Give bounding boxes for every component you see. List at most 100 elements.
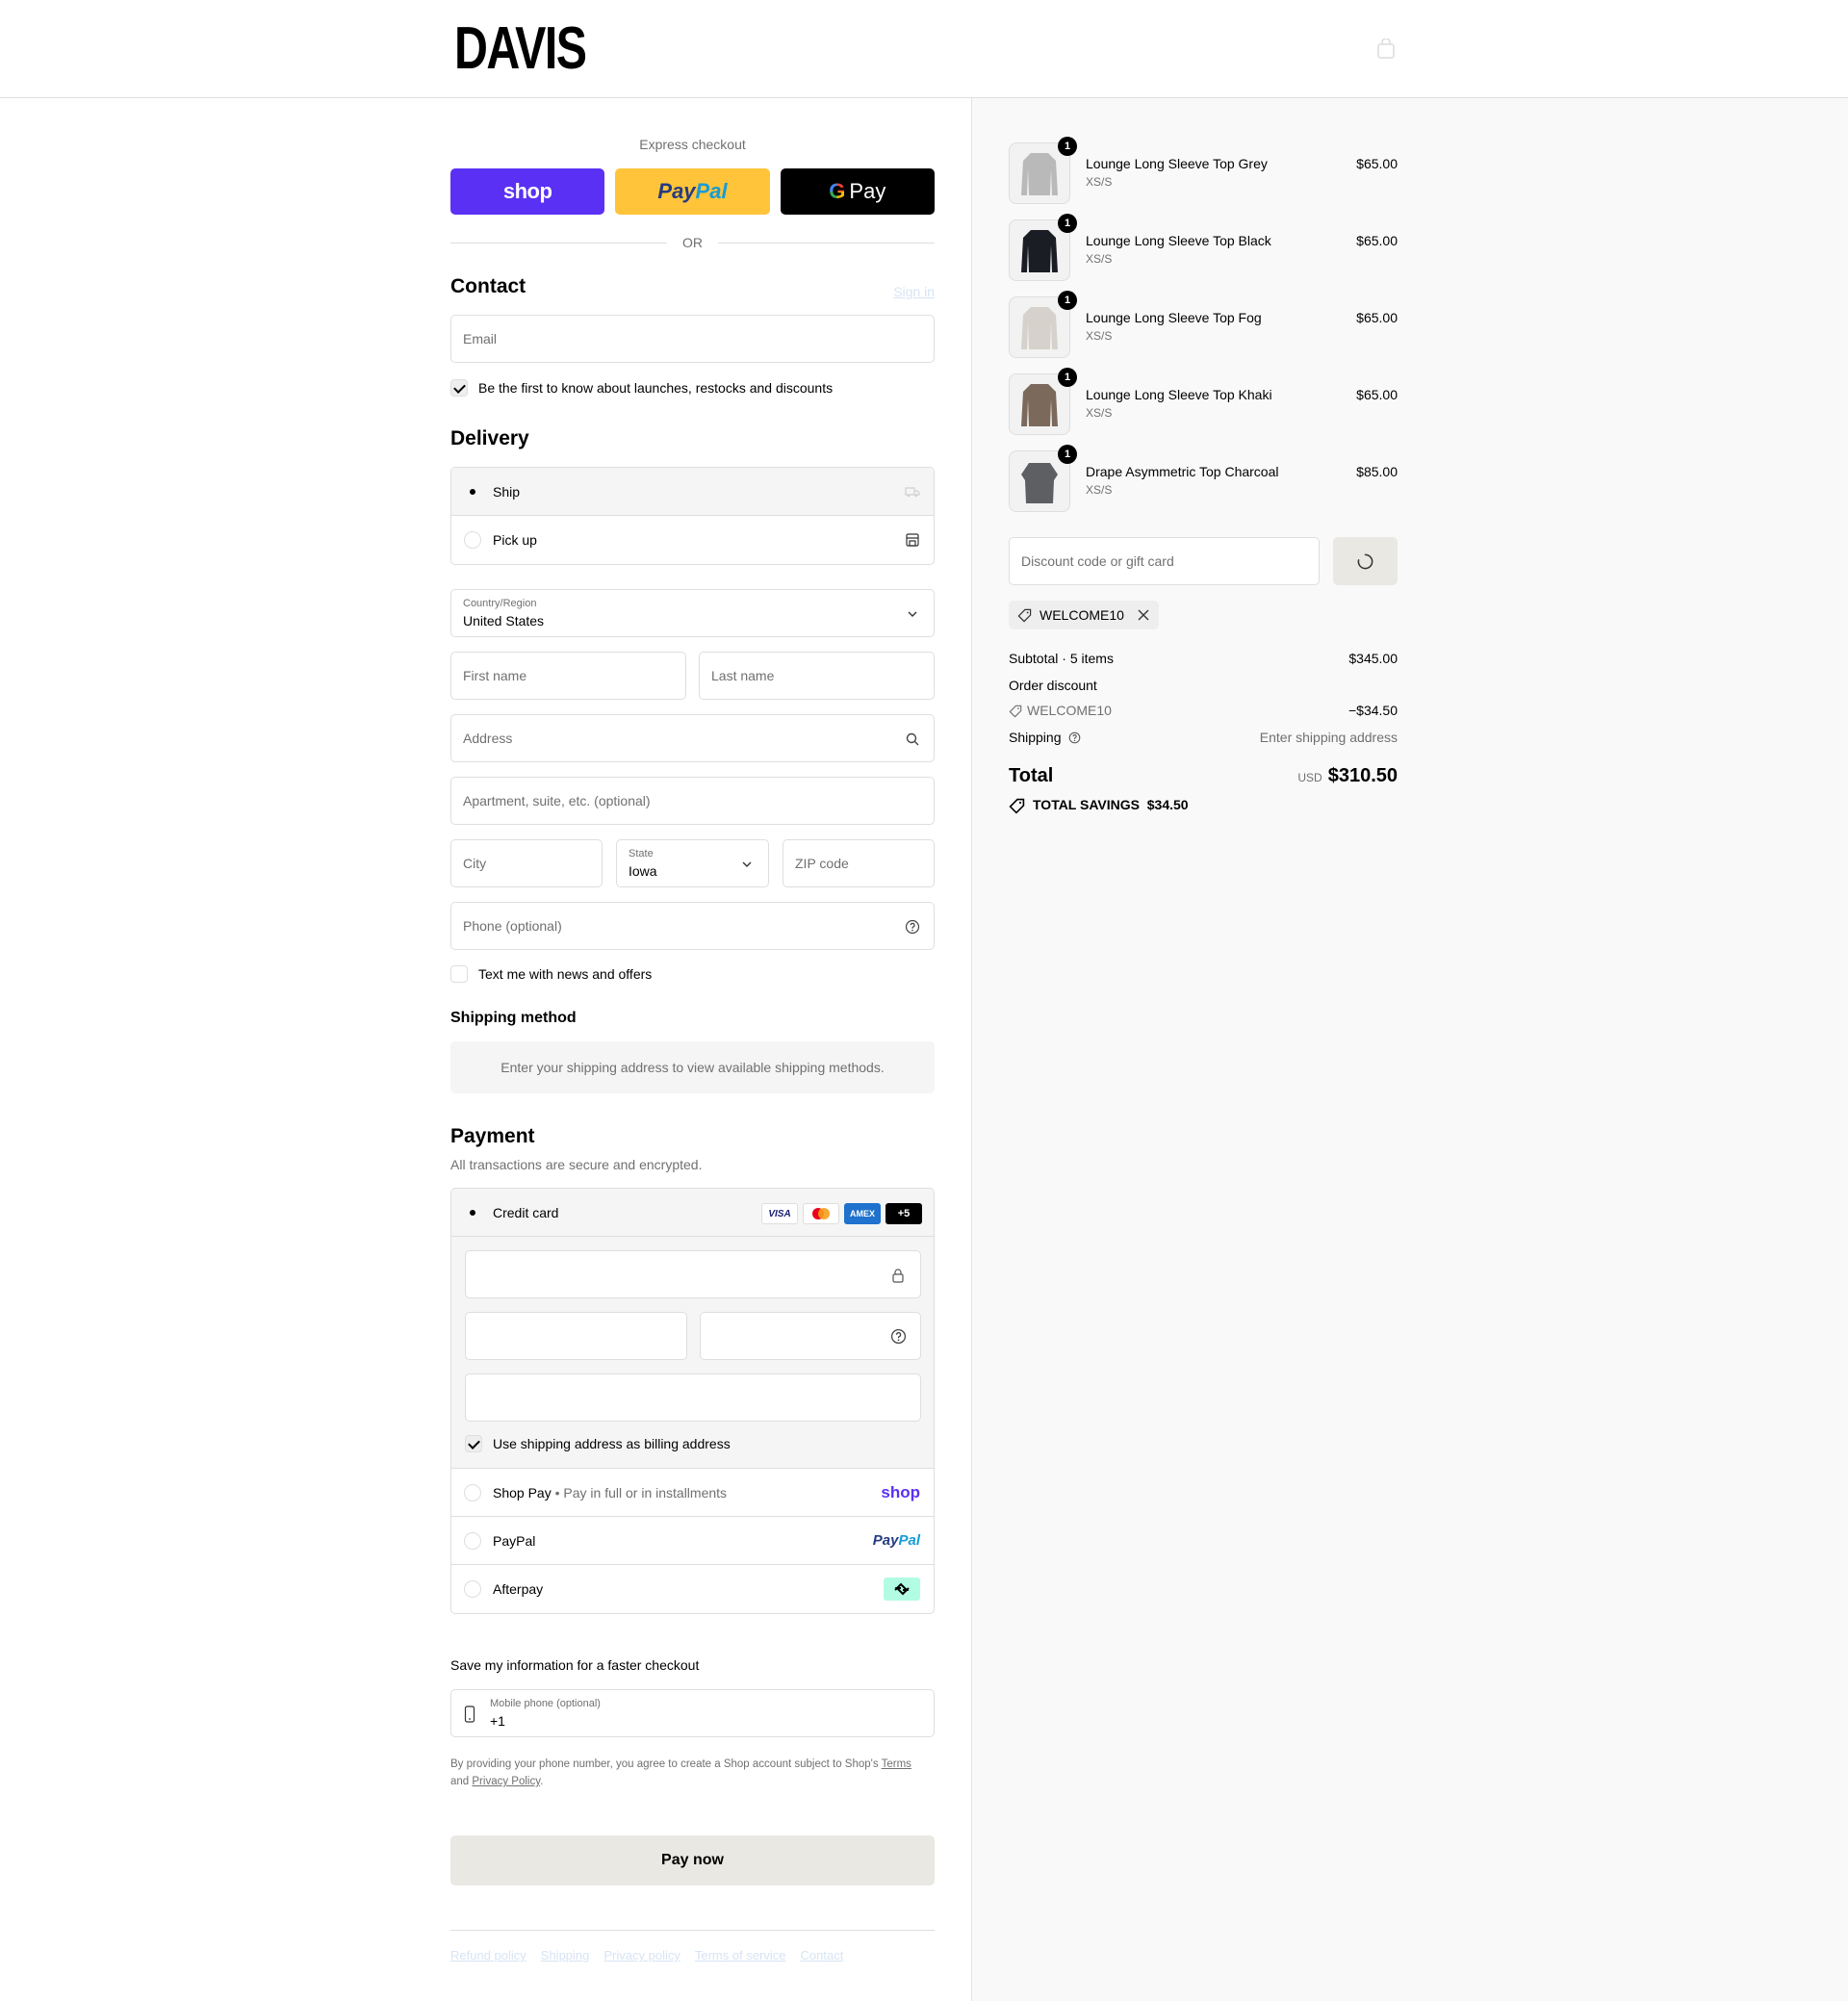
afterpay-logo — [884, 1578, 920, 1601]
credit-card-radio[interactable] — [464, 1204, 481, 1221]
footer-link-shipping[interactable]: Shipping — [541, 1948, 590, 1963]
loading-spinner-icon — [1357, 553, 1373, 570]
express-checkout-label: Express checkout — [639, 137, 746, 152]
shop-pay-radio[interactable] — [464, 1484, 481, 1501]
payment-option-afterpay[interactable]: Afterpay — [451, 1565, 934, 1613]
tag-icon — [1009, 705, 1022, 718]
help-circle-icon[interactable] — [890, 1328, 907, 1345]
phone-field[interactable]: Phone (optional) — [450, 902, 935, 950]
discount-value: −$34.50 — [1348, 703, 1398, 718]
shop-pay-logo: shop — [881, 1483, 920, 1501]
state-value: Iowa — [629, 863, 657, 879]
pickup-radio[interactable] — [464, 531, 481, 549]
delivery-option-pickup[interactable]: Pick up — [451, 516, 934, 564]
mobile-phone-label: Mobile phone (optional) — [490, 1698, 601, 1709]
total-label: Total — [1009, 765, 1054, 786]
discount-code-label: WELCOME10 — [1027, 703, 1112, 718]
delivery-option-ship[interactable]: Ship — [451, 468, 934, 516]
subtotal-row: Subtotal · 5 items $345.00 — [1009, 651, 1398, 666]
store-logo[interactable]: DAVIS — [454, 17, 587, 81]
item-name: Drape Asymmetric Top Charcoal — [1086, 464, 1279, 479]
expiration-date-field[interactable] — [465, 1312, 687, 1360]
city-field[interactable]: City — [450, 839, 603, 887]
order-discount-label: Order discount — [1009, 678, 1097, 693]
cart-item: 1 Lounge Long Sleeve Top Grey XS/S $65.0… — [1009, 137, 1398, 206]
applied-discount-code: WELCOME10 — [1040, 607, 1124, 623]
card-number-field[interactable] — [465, 1250, 921, 1298]
payment-option-credit-card[interactable]: Credit card VISA AMEX +5 — [451, 1189, 934, 1237]
or-text: OR — [682, 235, 703, 250]
payment-option-shop-pay[interactable]: Shop Pay • Pay in full or in installment… — [451, 1469, 934, 1517]
quantity-badge: 1 — [1058, 368, 1077, 387]
total-amount: $310.50 — [1327, 765, 1398, 786]
zip-field[interactable]: ZIP code — [783, 839, 935, 887]
mobile-phone-value: +1 — [490, 1713, 505, 1729]
contact-heading: Contact — [450, 275, 526, 297]
ship-radio[interactable] — [464, 483, 481, 500]
shop-pay-button[interactable]: shop — [450, 168, 605, 215]
product-thumbnail: 1 — [1009, 368, 1077, 435]
item-name: Lounge Long Sleeve Top Khaki — [1086, 387, 1272, 402]
help-circle-icon[interactable] — [905, 919, 920, 935]
remove-discount-icon[interactable] — [1137, 608, 1150, 622]
total-value: USD $310.50 — [1297, 765, 1398, 787]
name-on-card-field[interactable] — [465, 1373, 921, 1422]
billing-address-checkbox[interactable] — [465, 1435, 482, 1452]
header: DAVIS — [0, 0, 1848, 98]
gpay-label: Pay — [849, 179, 886, 203]
paypal-radio[interactable] — [464, 1532, 481, 1550]
paypal-button[interactable]: Pay Pal — [615, 168, 770, 215]
total-savings-value: $34.50 — [1146, 797, 1189, 812]
country-select[interactable]: Country/Region United States — [450, 589, 935, 637]
email-field[interactable]: Email — [450, 315, 935, 363]
terms-link[interactable]: Terms — [882, 1758, 911, 1770]
quantity-badge: 1 — [1058, 214, 1077, 233]
apartment-placeholder: Apartment, suite, etc. (optional) — [463, 793, 651, 808]
footer-links: Refund policy Shipping Privacy policy Te… — [450, 1948, 843, 1963]
shop-terms-notice: By providing your phone number, you agre… — [450, 1758, 911, 1787]
help-circle-icon[interactable] — [1068, 731, 1081, 744]
terms-notice-text: By providing your phone number, you agre… — [450, 1758, 882, 1770]
apartment-field[interactable]: Apartment, suite, etc. (optional) — [450, 777, 935, 825]
paypal-logo-pal: Pal — [898, 1532, 920, 1549]
mobile-phone-field[interactable]: Mobile phone (optional) +1 — [450, 1689, 935, 1737]
sms-checkbox[interactable] — [450, 965, 468, 983]
security-code-field[interactable] — [700, 1312, 921, 1360]
store-icon — [906, 533, 919, 547]
state-label: State — [629, 848, 654, 859]
chevron-down-icon — [742, 861, 752, 867]
payment-option-paypal[interactable]: PayPal PayPal — [451, 1517, 934, 1565]
quantity-badge: 1 — [1058, 445, 1077, 464]
pickup-label: Pick up — [493, 532, 537, 548]
google-pay-button[interactable]: G Pay — [780, 168, 935, 215]
product-thumbnail: 1 — [1009, 445, 1077, 512]
save-info-heading: Save my information for a faster checkou… — [450, 1657, 700, 1673]
afterpay-radio[interactable] — [464, 1580, 481, 1598]
footer-link-privacy[interactable]: Privacy policy — [603, 1948, 680, 1963]
apply-discount-button[interactable] — [1333, 537, 1398, 585]
footer-link-contact[interactable]: Contact — [801, 1948, 844, 1963]
or-divider: OR — [450, 233, 935, 252]
sign-in-link[interactable]: Sign in — [893, 284, 935, 299]
product-thumbnail: 1 — [1009, 214, 1077, 281]
address-field[interactable]: Address — [450, 714, 935, 762]
item-variant: XS/S — [1086, 483, 1113, 497]
cart-item: 1 Lounge Long Sleeve Top Black XS/S $65.… — [1009, 214, 1398, 283]
zip-placeholder: ZIP code — [795, 856, 849, 871]
shopping-bag-icon[interactable] — [1376, 38, 1396, 60]
state-select[interactable]: State Iowa — [616, 839, 769, 887]
privacy-policy-link[interactable]: Privacy Policy — [472, 1776, 540, 1787]
footer-link-refund[interactable]: Refund policy — [450, 1948, 526, 1963]
pay-now-button[interactable]: Pay now — [450, 1835, 935, 1886]
search-icon — [906, 732, 919, 746]
item-variant: XS/S — [1086, 329, 1113, 343]
item-variant: XS/S — [1086, 175, 1113, 189]
subtotal-label: Subtotal · 5 items — [1009, 651, 1114, 666]
first-name-field[interactable]: First name — [450, 652, 686, 700]
discount-code-field[interactable]: Discount code or gift card — [1009, 537, 1320, 585]
last-name-field[interactable]: Last name — [699, 652, 935, 700]
mobile-phone-icon — [464, 1706, 475, 1723]
marketing-checkbox[interactable] — [450, 379, 468, 397]
shipping-method-heading: Shipping method — [450, 1010, 577, 1026]
footer-link-terms[interactable]: Terms of service — [695, 1948, 786, 1963]
